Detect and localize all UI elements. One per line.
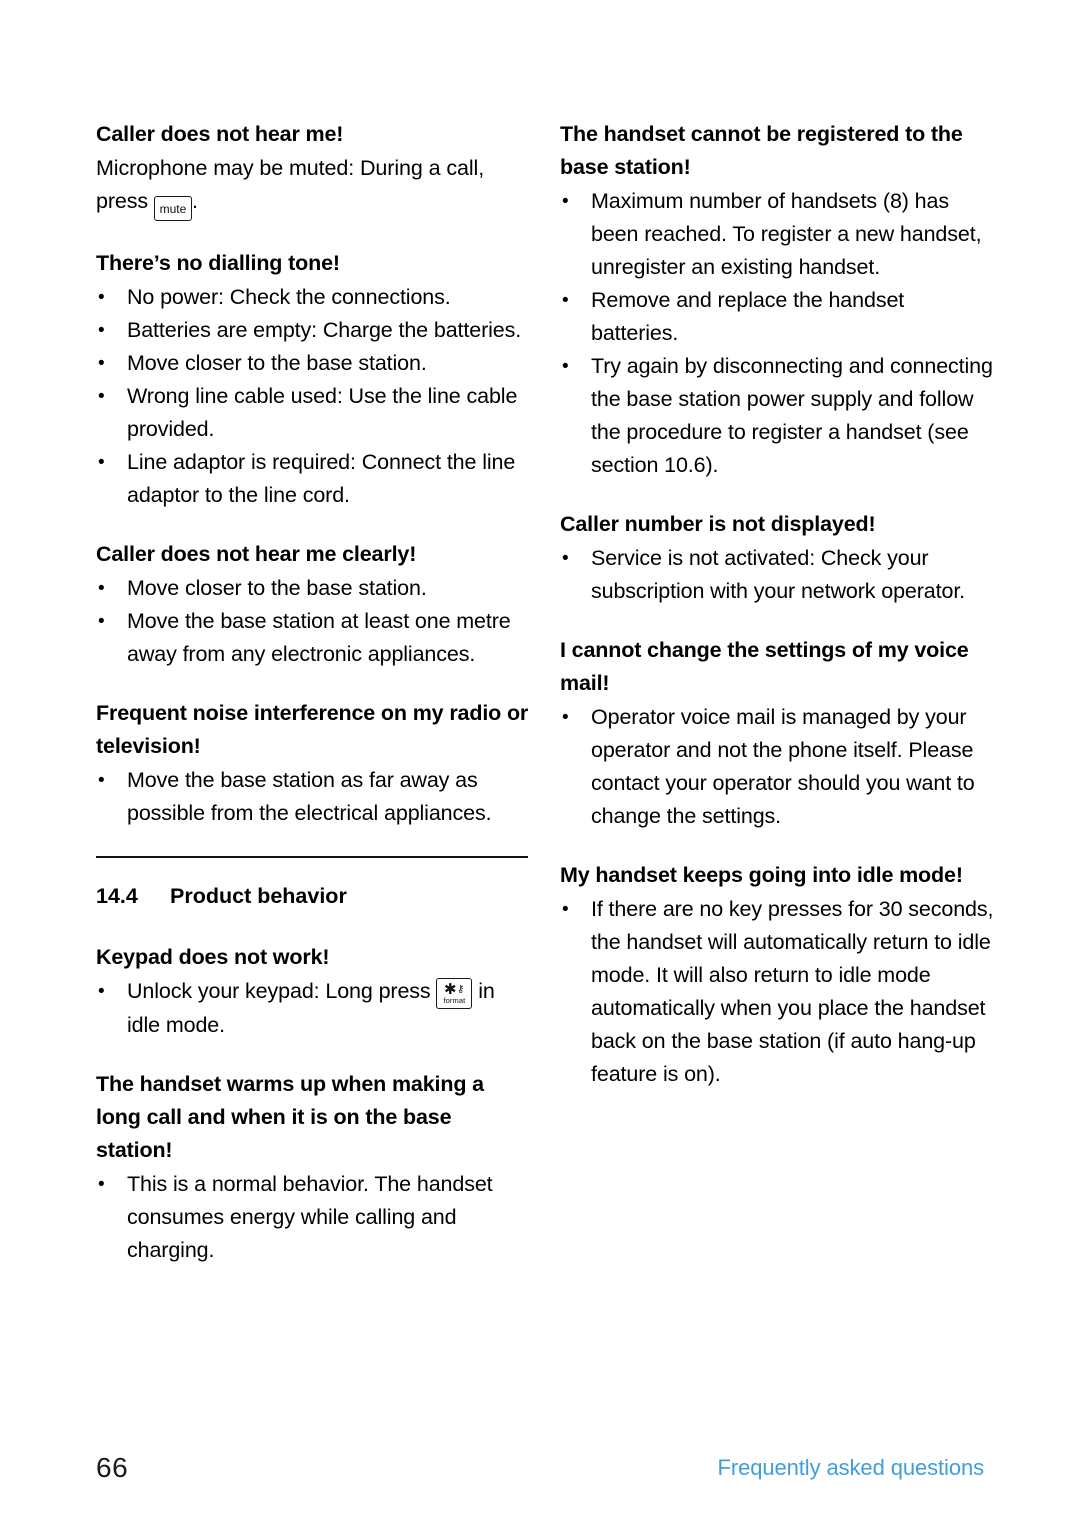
faq-heading: I cannot change the settings of my voice… xyxy=(560,638,969,695)
footer-chapter-label: Frequently asked questions xyxy=(717,1455,985,1480)
list-item: Move closer to the base station. xyxy=(96,572,530,605)
faq-bullet-list: If there are no key presses for 30 secon… xyxy=(560,893,994,1091)
list-item: Batteries are empty: Charge the batterie… xyxy=(96,314,530,347)
list-item: Try again by disconnecting and connectin… xyxy=(560,350,994,482)
faq-bullet-list: Move closer to the base station. Move th… xyxy=(96,572,530,671)
list-item: Move closer to the base station. xyxy=(96,347,530,380)
faq-heading: Frequent noise interference on my radio … xyxy=(96,701,529,758)
faq-bullet-list: Maximum number of handsets (8) has been … xyxy=(560,185,994,482)
faq-block-caller-number-not-displayed: Caller number is not displayed! Service … xyxy=(560,508,994,608)
faq-heading: Caller does not hear me! xyxy=(96,122,344,146)
list-item: Unlock your keypad: Long press ✱⚷format … xyxy=(96,975,530,1042)
body-text-after-key: . xyxy=(191,189,198,213)
list-item: Move the base station at least one metre… xyxy=(96,605,530,671)
faq-block-handset-warms-up: The handset warms up when making a long … xyxy=(96,1068,530,1267)
section-divider xyxy=(96,856,528,858)
faq-bullet-list: Unlock your keypad: Long press ✱⚷format … xyxy=(96,975,530,1042)
list-item: Remove and replace the handset batteries… xyxy=(560,284,994,350)
faq-heading: Keypad does not work! xyxy=(96,945,330,969)
left-column: Caller does not hear me! Microphone may … xyxy=(96,118,530,1267)
faq-heading: My handset keeps going into idle mode! xyxy=(560,863,963,887)
key-lock-icon: ⚷ xyxy=(457,984,465,995)
faq-heading: There’s no dialling tone! xyxy=(96,251,340,275)
right-column: The handset cannot be registered to the … xyxy=(560,118,994,1267)
page-footer: 66 Frequently asked questions xyxy=(96,1448,984,1488)
list-item: Wrong line cable used: Use the line cabl… xyxy=(96,380,530,446)
manual-page: Caller does not hear me! Microphone may … xyxy=(0,0,1080,1530)
faq-block-handset-cannot-be-registered: The handset cannot be registered to the … xyxy=(560,118,994,482)
format-key-label: format xyxy=(443,996,466,1005)
faq-heading: The handset warms up when making a long … xyxy=(96,1072,484,1162)
faq-block-voice-mail-settings: I cannot change the settings of my voice… xyxy=(560,634,994,833)
list-item: Move the base station as far away as pos… xyxy=(96,764,530,830)
faq-bullet-list: No power: Check the connections. Batteri… xyxy=(96,281,530,512)
section-heading: 14.4 Product behavior xyxy=(96,881,530,911)
section-number: 14.4 xyxy=(96,884,138,908)
two-column-body: Caller does not hear me! Microphone may … xyxy=(96,118,993,1267)
list-item: Line adaptor is required: Connect the li… xyxy=(96,446,530,512)
faq-block-caller-does-not-hear-me-clearly: Caller does not hear me clearly! Move cl… xyxy=(96,538,530,671)
faq-block-handset-idle-mode: My handset keeps going into idle mode! I… xyxy=(560,859,994,1091)
faq-bullet-list: This is a normal behavior. The handset c… xyxy=(96,1168,530,1267)
list-item: This is a normal behavior. The handset c… xyxy=(96,1168,530,1267)
format-key-icon: ✱⚷ format xyxy=(436,978,473,1009)
faq-block-caller-does-not-hear-me: Caller does not hear me! Microphone may … xyxy=(96,118,530,221)
mute-key-icon: mute xyxy=(153,196,192,221)
faq-heading: Caller number is not displayed! xyxy=(560,512,876,536)
faq-bullet-list: Operator voice mail is managed by your o… xyxy=(560,701,994,833)
faq-body-text: Microphone may be muted: During a call, … xyxy=(96,152,530,221)
section-title: Product behavior xyxy=(170,884,347,908)
item-text-before-key: Unlock your keypad: Long press xyxy=(127,979,437,1003)
list-item: Service is not activated: Check your sub… xyxy=(560,542,994,608)
faq-block-no-dialling-tone: There’s no dialling tone! No power: Chec… xyxy=(96,247,530,512)
list-item: Maximum number of handsets (8) has been … xyxy=(560,185,994,284)
faq-heading: Caller does not hear me clearly! xyxy=(96,542,417,566)
faq-bullet-list: Move the base station as far away as pos… xyxy=(96,764,530,830)
list-item: If there are no key presses for 30 secon… xyxy=(560,893,994,1091)
list-item: Operator voice mail is managed by your o… xyxy=(560,701,994,833)
list-item: No power: Check the connections. xyxy=(96,281,530,314)
faq-heading: The handset cannot be registered to the … xyxy=(560,122,963,179)
faq-bullet-list: Service is not activated: Check your sub… xyxy=(560,542,994,608)
faq-block-keypad-does-not-work: Keypad does not work! Unlock your keypad… xyxy=(96,941,530,1042)
format-key-top-row: ✱⚷ xyxy=(437,981,471,997)
faq-block-noise-interference: Frequent noise interference on my radio … xyxy=(96,697,530,830)
page-number: 66 xyxy=(96,1452,129,1483)
